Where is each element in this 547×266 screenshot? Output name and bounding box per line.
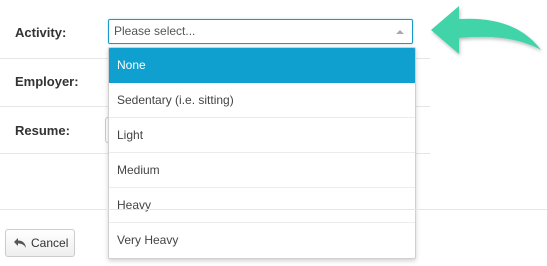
activity-label: Activity: <box>15 25 67 40</box>
curved-arrow-icon <box>431 6 541 54</box>
option-medium[interactable]: Medium <box>109 153 415 188</box>
cancel-button[interactable]: Cancel <box>5 229 75 257</box>
reply-arrow-icon <box>14 238 26 248</box>
activity-select-placeholder: Please select... <box>114 24 196 38</box>
option-none[interactable]: None <box>109 48 415 83</box>
resume-label: Resume: <box>15 123 70 138</box>
option-light[interactable]: Light <box>109 118 415 153</box>
caret-up-icon <box>396 30 404 34</box>
option-sedentary[interactable]: Sedentary (i.e. sitting) <box>109 83 415 118</box>
footer-divider <box>0 209 547 210</box>
employer-label: Employer: <box>15 74 79 89</box>
option-very-heavy[interactable]: Very Heavy <box>109 223 415 258</box>
cancel-label: Cancel <box>31 236 69 250</box>
activity-select[interactable]: Please select... <box>108 19 413 44</box>
activity-dropdown: None Sedentary (i.e. sitting) Light Medi… <box>108 47 416 259</box>
option-heavy[interactable]: Heavy <box>109 188 415 223</box>
